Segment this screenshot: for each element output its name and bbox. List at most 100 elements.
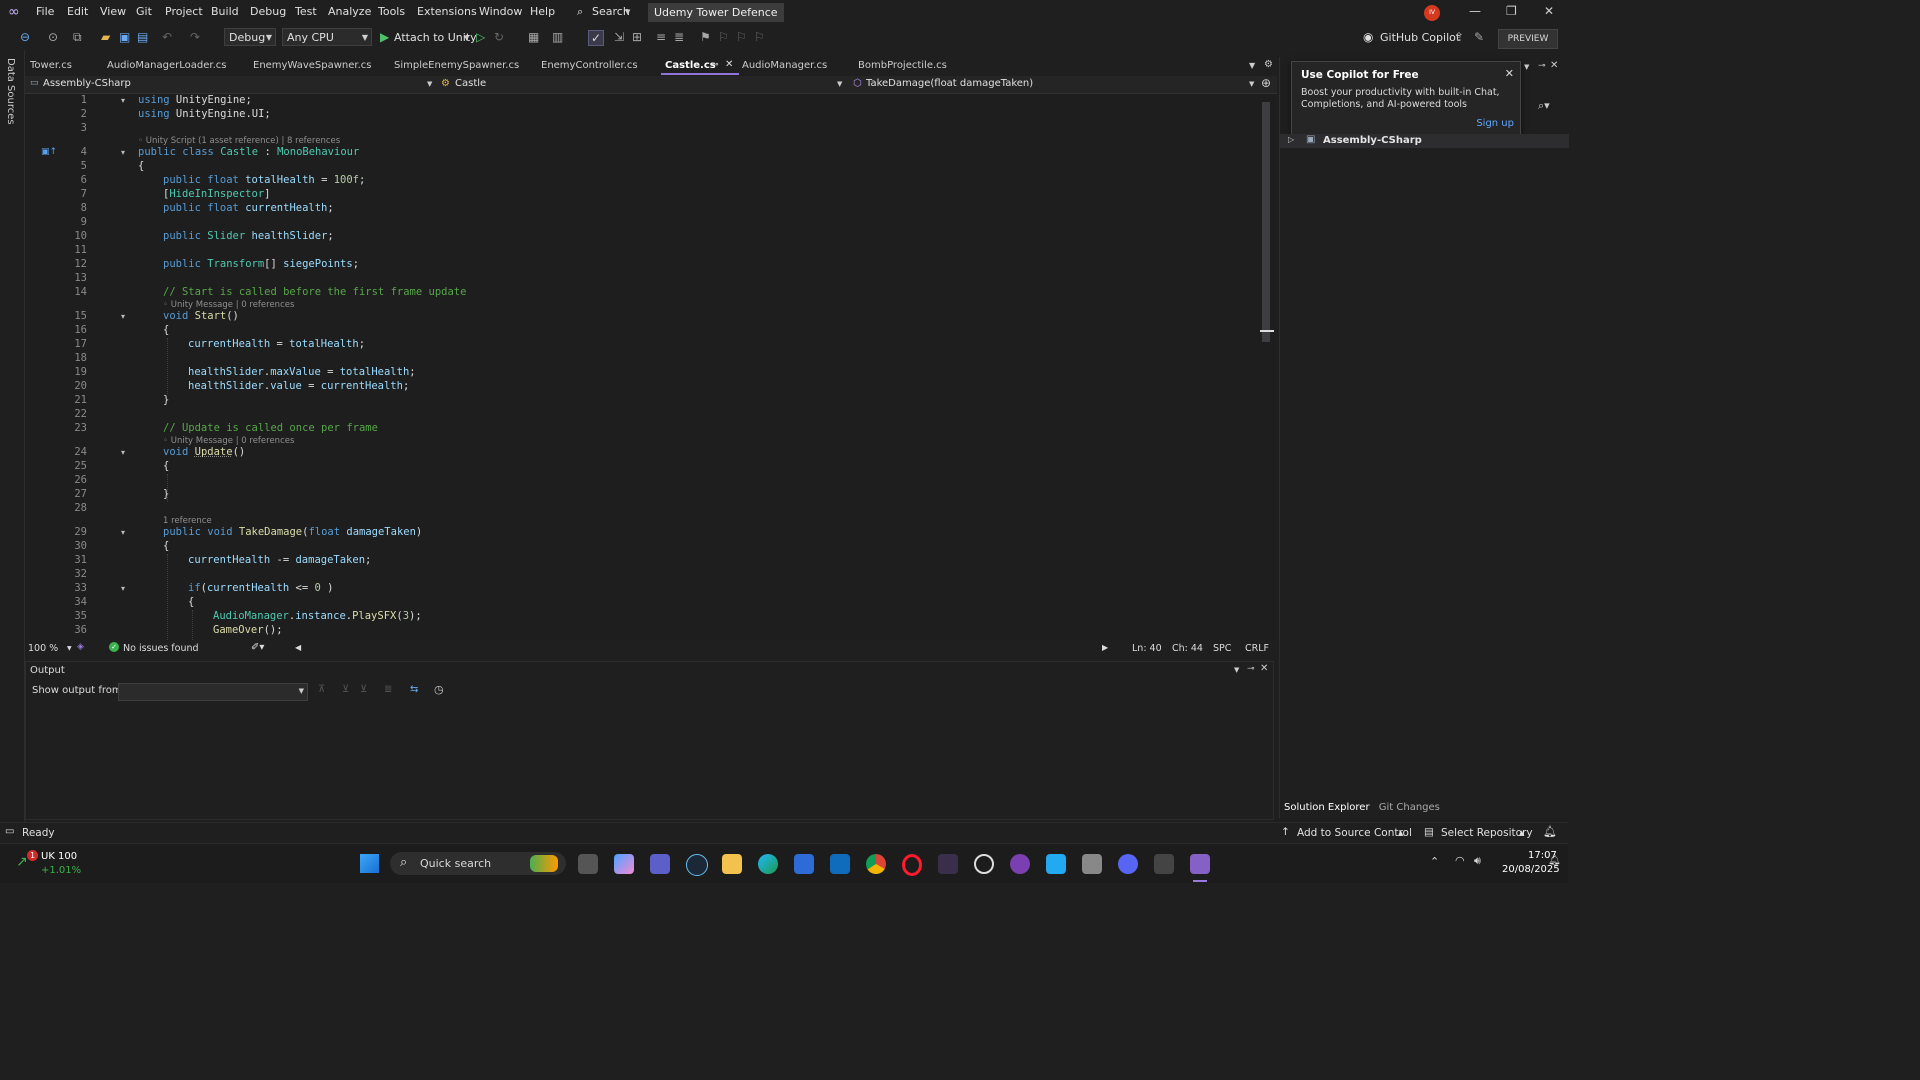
fold-chevron-icon[interactable]: ▾ xyxy=(121,448,125,457)
open-folder-icon[interactable]: ▰ xyxy=(101,30,110,44)
quick-search-box[interactable]: ⌕ Quick search xyxy=(390,852,566,875)
tab-git-changes[interactable]: Git Changes xyxy=(1379,802,1440,813)
fold-chevron-icon[interactable]: ▾ xyxy=(121,96,125,105)
codelens-references[interactable]: ◦ Unity Script (1 asset reference) | 8 r… xyxy=(138,136,340,146)
split-editor-icon[interactable]: ⊕ xyxy=(1261,76,1271,90)
close-icon[interactable]: ✕ xyxy=(1260,663,1268,674)
chrome-icon[interactable] xyxy=(866,854,886,874)
configuration-select[interactable]: Debug ▼ xyxy=(224,28,276,46)
restore-icon[interactable]: ❐ xyxy=(1506,4,1517,18)
sign-up-link[interactable]: Sign up xyxy=(1476,118,1514,129)
member-dropdown[interactable]: TakeDamage(float damageTaken) xyxy=(866,78,1033,89)
menu-debug[interactable]: Debug xyxy=(250,5,286,18)
bookmark-clear-icon[interactable]: ⚐ xyxy=(754,30,765,44)
menu-analyze[interactable]: Analyze xyxy=(328,5,371,18)
line-indicator[interactable]: Ln: 40 xyxy=(1132,643,1162,654)
copilot-icon[interactable]: ◉ xyxy=(1363,30,1373,44)
tab-castle[interactable]: Castle.cs xyxy=(665,60,716,71)
menu-help[interactable]: Help xyxy=(530,5,555,18)
avatar[interactable]: IV xyxy=(1424,5,1440,21)
wifi-icon[interactable]: ◠ xyxy=(1455,854,1465,867)
scroll-right-icon[interactable]: ▶ xyxy=(1102,643,1108,652)
forward-icon[interactable]: ⊙ xyxy=(48,30,58,44)
type-dropdown[interactable]: Castle xyxy=(455,78,486,89)
feedback-icon[interactable]: ✎ xyxy=(1474,30,1484,44)
expand-arrow-icon[interactable]: ▷ xyxy=(1288,135,1294,144)
code-editor[interactable]: 1 2 3 4 5 6 7 8 9 10 11 12 13 14 15 16 1… xyxy=(25,94,1277,640)
menu-build[interactable]: Build xyxy=(211,5,239,18)
output-icon[interactable]: ▭ xyxy=(5,826,14,837)
redo-icon[interactable]: ↷ xyxy=(190,30,200,44)
project-dropdown[interactable]: Assembly-CSharp xyxy=(43,78,131,89)
chevron-down-icon[interactable]: ▼ xyxy=(464,34,469,42)
codelens-references[interactable]: ◦ Unity Message | 0 references xyxy=(163,436,294,446)
tab-overflow-icon[interactable]: ▼ xyxy=(1249,61,1255,70)
menu-project[interactable]: Project xyxy=(165,5,203,18)
github-copilot-button[interactable]: GitHub Copilot xyxy=(1380,31,1460,44)
save-icon[interactable]: ▣ xyxy=(119,30,130,44)
codelens-references[interactable]: 1 reference xyxy=(163,516,212,526)
hot-reload-icon[interactable]: ↻ xyxy=(494,30,504,44)
close-icon[interactable]: ✕ xyxy=(1550,60,1558,71)
line-ending-indicator[interactable]: CRLF xyxy=(1245,643,1269,654)
tab-enemywavespawner[interactable]: EnemyWaveSpawner.cs xyxy=(253,60,372,71)
undo-icon[interactable]: ↶ xyxy=(162,30,172,44)
chatgpt-icon[interactable] xyxy=(974,854,994,874)
word-wrap-icon[interactable]: ⇆ xyxy=(410,684,418,695)
output-source-select[interactable]: ▼ xyxy=(118,683,308,701)
column-indicator[interactable]: Ch: 44 xyxy=(1172,643,1203,654)
windows-start-icon[interactable] xyxy=(360,854,379,873)
visual-studio-icon[interactable] xyxy=(1190,854,1210,874)
opera-icon[interactable] xyxy=(902,854,922,876)
format-icon[interactable]: ⊞ xyxy=(632,30,642,44)
stock-name[interactable]: UK 100 xyxy=(41,851,77,862)
unity-icon[interactable] xyxy=(1082,854,1102,874)
browser-link-icon[interactable]: ▦ xyxy=(528,30,539,44)
teams-icon[interactable] xyxy=(650,854,670,874)
bookmark-next-icon[interactable]: ⚐ xyxy=(736,30,747,44)
start-without-debugging-icon[interactable]: ▷ xyxy=(476,30,485,44)
stock-chart-icon[interactable]: ↗ xyxy=(16,854,28,870)
fold-chevron-icon[interactable]: ▾ xyxy=(121,312,125,321)
tab-solution-explorer[interactable]: Solution Explorer xyxy=(1284,802,1370,813)
tab-bombprojectile[interactable]: BombProjectile.cs xyxy=(858,60,947,71)
layout-icon[interactable]: ▥ xyxy=(552,30,563,44)
code-cleanup-icon[interactable]: ✐▾ xyxy=(251,642,264,653)
chevron-down-icon[interactable]: ▼ xyxy=(1524,63,1529,71)
editor-vertical-scrollbar[interactable] xyxy=(1258,94,1274,640)
indent-icon[interactable]: ≡ xyxy=(656,30,666,44)
step-icon[interactable]: ⇲ xyxy=(614,30,624,44)
fold-chevron-icon[interactable]: ▾ xyxy=(121,528,125,537)
scroll-left-icon[interactable]: ◀ xyxy=(295,643,301,652)
share-icon[interactable]: ⇪ xyxy=(1454,30,1464,44)
outdent-icon[interactable]: ≣ xyxy=(674,30,684,44)
close-icon[interactable]: ✕ xyxy=(1544,4,1554,18)
scrollbar-thumb[interactable] xyxy=(1262,102,1270,342)
whitespace-indicator[interactable]: SPC xyxy=(1213,643,1231,654)
pin-icon[interactable]: ⊸ xyxy=(1247,664,1255,674)
task-view-icon[interactable] xyxy=(578,854,598,874)
notification-bell-icon[interactable]: 🔔︎ xyxy=(1548,855,1561,866)
fold-chevron-icon[interactable]: ▾ xyxy=(121,584,125,593)
store-icon[interactable] xyxy=(794,854,814,874)
menu-file[interactable]: File xyxy=(36,5,54,18)
preview-button[interactable]: PREVIEW xyxy=(1498,29,1558,49)
file-explorer-icon[interactable] xyxy=(722,854,742,874)
new-item-icon[interactable]: ⧉ xyxy=(73,30,82,45)
bookmark-prev-icon[interactable]: ⚐ xyxy=(718,30,729,44)
play-icon[interactable]: ▶ xyxy=(380,30,389,44)
close-icon[interactable]: ✕ xyxy=(1505,67,1514,80)
zoom-select[interactable]: 100 % xyxy=(28,643,58,654)
outlook-icon[interactable] xyxy=(830,854,850,874)
close-tab-icon[interactable]: ✕ xyxy=(725,59,733,70)
previous-message-icon[interactable]: ⊻ xyxy=(342,684,349,695)
discord-icon[interactable] xyxy=(1118,854,1138,874)
menu-git[interactable]: Git xyxy=(136,5,152,18)
visual-studio-logo-icon[interactable]: ∞ xyxy=(8,4,20,20)
menu-view[interactable]: View xyxy=(100,5,126,18)
save-all-icon[interactable]: ▤ xyxy=(137,30,148,44)
no-issues-label[interactable]: No issues found xyxy=(123,643,199,654)
menu-window[interactable]: Window xyxy=(479,5,522,18)
panel-menu-icon[interactable]: ▼ xyxy=(1234,666,1239,674)
tab-tower[interactable]: Tower.cs xyxy=(30,60,72,71)
